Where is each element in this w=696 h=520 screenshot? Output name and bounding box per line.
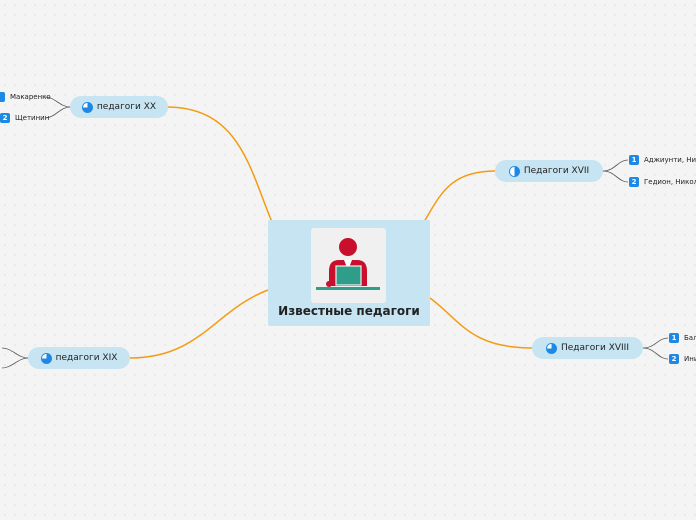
leaf-link-xvii-1 [602, 159, 629, 172]
leaf-adzhiunti[interactable]: 1 Аджиунти, Ник [629, 155, 696, 165]
topic-pedagogues-xix[interactable]: педагоги XIX [28, 347, 130, 369]
number-badge-1: 1 [629, 155, 639, 165]
leaf-label: Ини [684, 355, 696, 363]
leaf-label: Бал [684, 334, 696, 342]
progress-pie-icon [81, 101, 93, 113]
topic-pedagogues-xx[interactable]: педагоги XX [70, 96, 168, 118]
leaf-ini[interactable]: 2 Ини [669, 354, 696, 364]
progress-pie-icon [40, 352, 52, 364]
teacher-at-laptop-icon [311, 228, 386, 303]
leaf-link-xix-2 [1, 357, 29, 369]
link-central-to-xix [129, 289, 269, 359]
leaf-label: Щетинин [15, 114, 50, 122]
progress-pie-icon [508, 165, 520, 177]
link-central-to-xvii [423, 170, 496, 223]
central-topic[interactable]: Известные педагоги [268, 220, 430, 326]
number-badge-2: 2 [0, 113, 10, 123]
leaf-label: Гедион, Никола [644, 178, 696, 186]
leaf-bal[interactable]: 1 Бал [669, 333, 696, 343]
leaf-label: Макаренко [10, 93, 51, 101]
topic-pedagogues-xvii[interactable]: Педагоги XVII [495, 160, 603, 182]
leaf-link-xvii-2 [602, 170, 629, 183]
topic-label: педагоги XX [96, 102, 157, 112]
link-central-to-xviii [429, 297, 533, 349]
topic-label: Педагоги XVII [523, 166, 590, 176]
link-central-to-xx [167, 106, 273, 223]
central-topic-title: Известные педагоги [278, 304, 420, 318]
topic-pedagogues-xviii[interactable]: Педагоги XVIII [532, 337, 643, 359]
leaf-gedion[interactable]: 2 Гедион, Никола [629, 177, 696, 187]
leaf-shchetinin[interactable]: 2 Щетинин [0, 113, 49, 123]
topic-label: Педагоги XVIII [560, 343, 629, 353]
leaf-link-xviii-2 [642, 347, 669, 360]
topic-label: педагоги XIX [55, 353, 118, 363]
number-badge-2: 2 [669, 354, 679, 364]
number-badge-2: 2 [629, 177, 639, 187]
number-badge-1: 1 [669, 333, 679, 343]
leaf-label: Аджиунти, Ник [644, 156, 696, 164]
progress-pie-icon [545, 342, 557, 354]
leaf-link-xix-1 [1, 347, 29, 359]
leaf-link-xviii-1 [642, 337, 669, 349]
leaf-makarenko[interactable]: Макаренко [0, 92, 51, 102]
number-badge-1 [0, 92, 5, 102]
